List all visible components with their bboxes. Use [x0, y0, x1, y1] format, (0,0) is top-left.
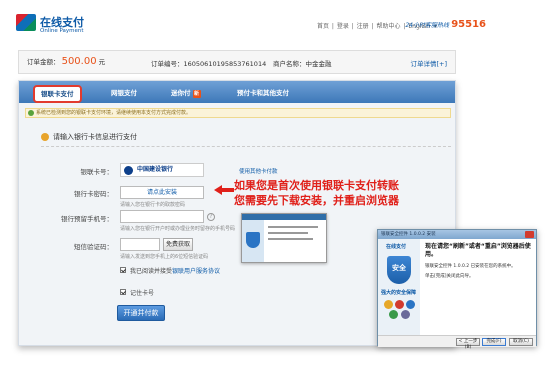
order-amount: 订单金额： 500.00 元 [27, 56, 105, 67]
shield-icon: 安全 [387, 256, 411, 284]
nav-register[interactable]: 注册 [357, 23, 369, 30]
nav-login[interactable]: 登录 [337, 23, 349, 30]
order-detail-link[interactable]: 订单详情[+] [410, 58, 447, 68]
sms-code-input[interactable] [120, 238, 160, 251]
seal-icon [406, 300, 415, 309]
open-and-pay-button[interactable]: 开通并付款 [117, 305, 165, 321]
mini-installer-preview [241, 213, 327, 263]
unionpay-logo [16, 14, 36, 31]
order-number-label: 订单编号： [151, 60, 184, 68]
site-header: 在线支付 Online Payment 首页 | 登录 | 注册 | 帮助中心 … [16, 10, 486, 40]
merchant-value: 中金金融 [305, 60, 332, 68]
merchant-label: 商户名称： [273, 60, 306, 68]
dialog-brand: 在线支付 [386, 244, 407, 250]
dialog-sidebar [378, 239, 420, 335]
check-circle-icon [28, 110, 34, 116]
order-amount-value: 500.00 [61, 56, 97, 67]
section-header: 请输入银行卡信息进行支付 [41, 129, 451, 147]
tab-mini-pay-label: 迷你付 [171, 89, 191, 97]
remember-card-label: 记住卡号 [130, 290, 155, 297]
order-amount-unit: 元 [98, 58, 106, 66]
mini-text-line [268, 238, 313, 240]
annotation-line-1: 如果您是首次使用银联卡支付转账 [234, 179, 399, 192]
mini-text-line [268, 232, 308, 234]
dialog-title: 银联安全控件 1.0.0.2 安装 [378, 230, 536, 239]
nav-help[interactable]: 帮助中心 [377, 23, 401, 30]
mini-sidebar [242, 220, 264, 262]
dialog-footer: < 上一步(B) 完成(F) 取消(C) [378, 335, 536, 350]
sms-code-label: 短信验证码： [74, 243, 113, 251]
help-question-icon[interactable]: ? [207, 213, 215, 221]
agree-terms-label: 我已阅读并接受银联用户服务协议 [130, 266, 220, 275]
tab-prepaid-card[interactable]: 预付卡和其他支付 [231, 85, 295, 101]
seal-icon [384, 300, 393, 309]
back-button[interactable]: < 上一步(B) [456, 338, 480, 350]
order-summary: 订单金额： 500.00 元 订单编号：16050610195853761014… [18, 50, 456, 74]
tab-mini-pay[interactable]: 迷你付新 [165, 85, 207, 101]
order-number-value: 16050610195853761014 [183, 60, 267, 68]
info-icon [41, 133, 49, 141]
payment-tabs: 银联卡支付 网银支付 迷你付新 预付卡和其他支付 [19, 81, 455, 103]
notice-text: 系统已检测到您的银联卡支付环境，请继续使用本支付方式完成付款。 [36, 110, 192, 116]
tab-unionpay-card[interactable]: 银联卡支付 [33, 85, 82, 103]
section-title: 请输入银行卡信息进行支付 [53, 133, 137, 141]
sms-hint: 请输入发送到您手机上的6位短信验证码 [120, 254, 209, 260]
seal-icon [401, 310, 410, 319]
close-icon[interactable] [525, 231, 534, 238]
bank-card-field: 中国建设银行 [120, 163, 204, 177]
site-logo-subtitle: Online Payment [40, 28, 84, 34]
ccb-bank-logo [124, 166, 133, 175]
dialog-finish-text: 单击[完成]关闭此向导。 [425, 274, 474, 279]
environment-notice: 系统已检测到您的银联卡支付环境，请继续使用本支付方式完成付款。 [25, 108, 451, 118]
dialog-installed-text: 银联安全控件 1.0.0.2 已安装在您的系统中。 [425, 264, 516, 269]
install-plugin-button[interactable]: 请点此安装 [120, 186, 204, 199]
install-annotation: 如果您是首次使用银联卡支付转账 您需要先下载安装，并重启浏览器 [234, 178, 444, 208]
shield-icon [246, 232, 260, 248]
remember-card-checkbox[interactable] [120, 289, 126, 295]
password-hint: 请输入您在银行卡的取款密码 [120, 202, 186, 208]
seal-icon [395, 300, 404, 309]
shield-text: 安全 [392, 264, 406, 272]
service-agreement-link[interactable]: 银联用户服务协议 [172, 268, 220, 275]
hotline-label: 24小时客服热线 [405, 22, 449, 29]
card-number-label: 银联卡号： [80, 168, 114, 176]
finish-button[interactable]: 完成(F) [482, 338, 506, 346]
agree-text: 我已阅读并接受 [130, 268, 173, 275]
phone-input[interactable] [120, 210, 204, 223]
tab-online-banking[interactable]: 网银支付 [105, 85, 143, 101]
red-arrow-icon [214, 185, 234, 195]
certification-seals [384, 300, 416, 320]
get-sms-code-button[interactable]: 免费获取 [163, 238, 193, 251]
phone-label: 银行预留手机号： [61, 215, 113, 223]
seal-icon [389, 310, 398, 319]
dialog-heading: 现在请您“刷新”或者“重启”浏览器后使用。 [425, 243, 531, 258]
mini-text-line [268, 226, 318, 228]
hotline: 24小时客服热线 95516 [405, 19, 486, 30]
dialog-slogan: 强大的安全保障 [381, 290, 417, 296]
nav-home[interactable]: 首页 [317, 23, 329, 30]
password-label: 银行卡密码： [74, 190, 113, 198]
new-badge: 新 [192, 90, 201, 98]
order-number: 订单编号：16050610195853761014 [151, 58, 266, 68]
agree-terms-checkbox[interactable] [120, 267, 126, 273]
phone-hint: 请输入您在银行开户时或办理业务时留存的手机号码 [120, 226, 236, 232]
installer-dialog: 银联安全控件 1.0.0.2 安装 在线支付 安全 强大的安全保障 现在请您“刷… [377, 229, 537, 350]
bank-name: 中国建设银行 [137, 166, 174, 173]
cancel-button[interactable]: 取消(C) [509, 338, 533, 346]
annotation-line-2: 您需要先下载安装，并重启浏览器 [234, 194, 399, 207]
hotline-number: 95516 [451, 19, 486, 30]
order-amount-label: 订单金额： [27, 58, 60, 66]
merchant-name: 商户名称：中金金融 [273, 58, 332, 68]
use-other-card-link[interactable]: 使用其他卡付款 [239, 167, 278, 175]
